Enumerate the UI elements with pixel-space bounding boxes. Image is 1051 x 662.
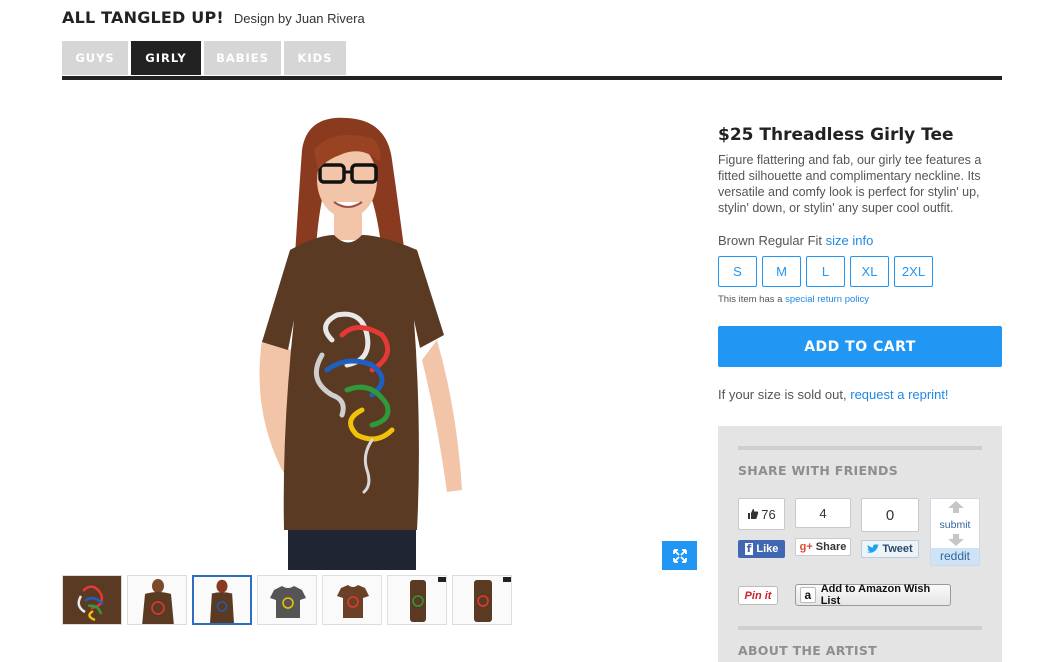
share-panel: SHARE WITH FRIENDS 76 f Like 4 g+ Share …	[718, 426, 1002, 662]
share-divider	[738, 446, 982, 450]
amazon-wishlist-label: Add to Amazon Wish List	[820, 583, 931, 607]
about-artist-heading: ABOUT THE ARTIST	[738, 643, 877, 658]
soldout-text: If your size is sold out,	[718, 387, 847, 402]
facebook-icon: f	[744, 542, 754, 555]
return-text: This item has a	[718, 294, 783, 305]
reddit-submit-button[interactable]: submit reddit	[930, 498, 980, 566]
tab-kids[interactable]: KIDS	[284, 41, 346, 75]
expand-arrows-icon	[672, 548, 687, 563]
add-to-cart-button[interactable]: ADD TO CART	[718, 326, 1002, 367]
fit-label: Brown Regular Fit	[718, 233, 823, 248]
thumbnail-babies-tee[interactable]	[322, 575, 382, 625]
product-details: $25 Threadless Girly Tee Figure flatteri…	[718, 125, 1003, 402]
tab-guys[interactable]: GUYS	[62, 41, 128, 75]
size-s-button[interactable]: S	[718, 256, 757, 287]
facebook-like-button[interactable]: f Like	[738, 540, 785, 558]
size-m-button[interactable]: M	[762, 256, 801, 287]
tweet-count: 0	[861, 498, 919, 532]
tweet-button[interactable]: Tweet	[861, 540, 919, 558]
downvote-arrow-icon	[948, 534, 964, 546]
thumbnail-phone-case[interactable]	[387, 575, 447, 625]
thumbnail-girly-model[interactable]	[192, 575, 252, 625]
reddit-submit-label: submit	[939, 519, 971, 531]
thumbnail-kids-tee[interactable]	[257, 575, 317, 625]
size-selector: S M L XL 2XL	[718, 256, 1003, 287]
design-title: ALL TANGLED UP!	[62, 8, 224, 27]
tab-girly[interactable]: GIRLY	[131, 41, 201, 75]
fb-count: 76	[761, 506, 776, 522]
upvote-arrow-icon	[948, 501, 964, 513]
request-reprint-link[interactable]: request a reprint!	[850, 387, 948, 402]
size-l-button[interactable]: L	[806, 256, 845, 287]
fit-info: Brown Regular Fit size info	[718, 233, 1003, 248]
product-type-tabs: GUYS GIRLY BABIES KIDS	[62, 41, 349, 75]
reddit-label: reddit	[931, 548, 979, 565]
design-byline: Design by Juan Rivera	[233, 11, 365, 26]
pinterest-pin-button[interactable]: Pin it	[738, 586, 778, 605]
facebook-like-count: 76	[738, 498, 785, 530]
share-heading: SHARE WITH FRIENDS	[738, 463, 899, 478]
about-divider	[738, 626, 982, 630]
product-title: $25 Threadless Girly Tee	[718, 125, 954, 145]
zoom-button[interactable]	[662, 541, 697, 570]
twitter-bird-icon	[867, 544, 880, 553]
google-plus-icon: g+	[799, 541, 813, 553]
design-header: ALL TANGLED UP! Design by Juan Rivera	[62, 8, 365, 27]
gplus-share-button[interactable]: g+ Share	[795, 538, 851, 556]
product-description: Figure flattering and fab, our girly tee…	[718, 153, 982, 215]
size-2xl-button[interactable]: 2XL	[894, 256, 933, 287]
size-info-link[interactable]: size info	[826, 233, 874, 248]
thumbnail-guy-model[interactable]	[127, 575, 187, 625]
thumbnail-strip	[62, 575, 517, 625]
tab-divider	[62, 76, 1002, 80]
amazon-logo-icon: a	[800, 587, 816, 603]
tab-babies[interactable]: BABIES	[204, 41, 281, 75]
thumbnail-artwork[interactable]	[62, 575, 122, 625]
soldout-note: If your size is sold out, request a repr…	[718, 387, 1003, 402]
size-xl-button[interactable]: XL	[850, 256, 889, 287]
return-policy-note: This item has a special return policy	[718, 294, 1003, 305]
return-policy-link[interactable]: special return policy	[785, 294, 869, 305]
gplus-share-label: Share	[815, 541, 847, 553]
thumbnail-phone-case-2[interactable]	[452, 575, 512, 625]
main-product-image	[259, 117, 462, 570]
amazon-wishlist-button[interactable]: a Add to Amazon Wish List	[795, 583, 951, 607]
gplus-count: 4	[795, 498, 851, 528]
thumbs-up-icon	[748, 509, 759, 519]
fb-like-label: Like	[756, 543, 779, 555]
tweet-label: Tweet	[882, 543, 913, 555]
